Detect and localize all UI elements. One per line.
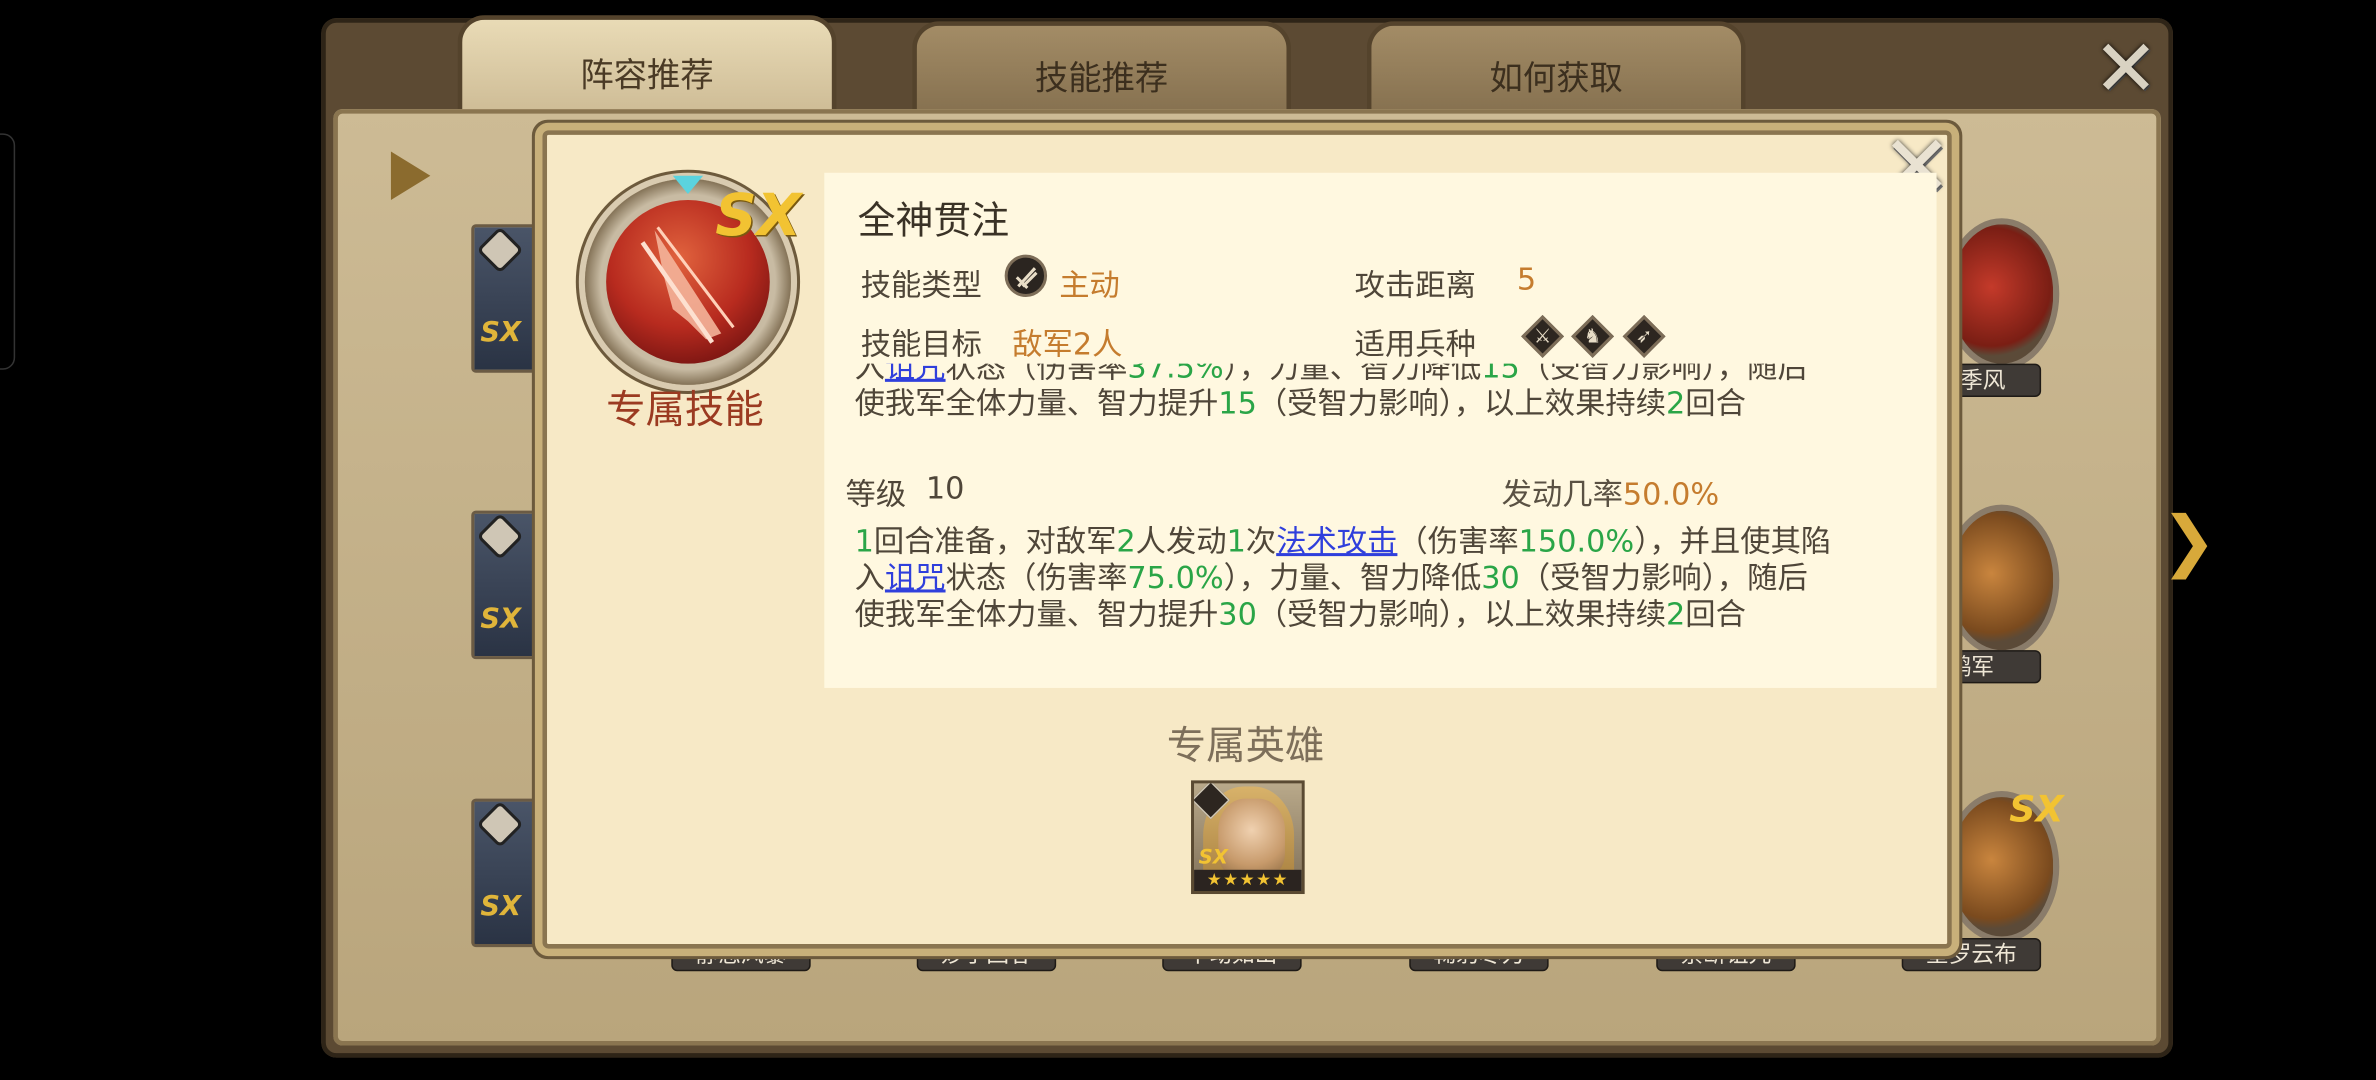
exclusive-hero-card[interactable]: SX ★★★★★ [1191,780,1305,895]
skill-name: 全神贯注 [857,198,1010,243]
side-panel-handle[interactable] [0,133,16,370]
tab-skills-label: 技能推荐 [1034,59,1169,98]
tab-lineup-label: 阵容推荐 [580,56,714,95]
chevron-right-icon[interactable]: ❯ [2161,503,2217,580]
close-icon[interactable]: ✕ [2088,30,2164,109]
troop-icon [476,226,524,274]
sword-icon: ⚔ [1521,314,1565,358]
troop-icon [476,800,524,848]
play-icon[interactable] [390,151,431,201]
background-skill-icon[interactable] [1944,218,2060,370]
tab-how-to-get[interactable]: 如何获取 [1366,21,1746,116]
trigger-rate: 发动几率50.0% [1502,470,1720,514]
hero-face [1218,798,1285,878]
tab-how-to-get-label: 如何获取 [1489,59,1623,98]
troop-type-label: 适用兵种 [1354,325,1476,363]
sx-badge: SX [715,181,802,249]
skill-description: 1回合准备，对敌军2人发动1次法术攻击（伤害率150.0%），并且使其陷 入诅咒… [854,522,1832,632]
troop-icon [476,512,524,560]
gem-icon [672,175,704,194]
curse-link[interactable]: 诅咒 [885,364,946,385]
background-skill-icon[interactable] [1944,504,2060,657]
attack-range-label: 攻击距离 [1354,266,1476,304]
skill-type-value: 主动 [1059,266,1120,304]
sx-badge: SX [480,890,522,923]
star-rating: ★★★★★ [1194,869,1302,891]
active-skill-icon [1004,254,1048,297]
background-hero-card[interactable]: SX [471,224,548,373]
level-label: 等级 [845,475,907,513]
curse-link[interactable]: 诅咒 [885,559,946,595]
background-hero-card[interactable]: SX [471,510,548,660]
exclusive-hero-title: 专属英雄 [1166,724,1325,770]
trigger-rate-label: 发动几率 [1501,475,1623,513]
previous-level-description: 入诅咒状态（伤害率37.5%），力量、智力降低15（受智力影响），随后 使我军全… [855,364,1901,422]
magic-attack-link[interactable]: 法术攻击 [1276,523,1397,559]
cavalry-icon: ♞ [1571,314,1615,358]
skill-category: 专属技能 [606,387,764,434]
background-hero-card[interactable]: SX [471,798,548,948]
skill-target-value: 敌军2人 [1012,325,1123,363]
attack-range-value: 5 [1516,260,1537,297]
skill-type-label: 技能类型 [860,266,982,304]
tab-lineup[interactable]: 阵容推荐 [457,15,837,116]
trigger-rate-value: 50.0% [1622,475,1720,513]
sx-badge: SX [2009,787,2064,831]
bow-icon: ➶ [1622,314,1666,358]
tab-skills[interactable]: 技能推荐 [912,21,1292,116]
sx-badge: SX [1198,847,1228,870]
sx-badge: SX [480,603,522,635]
skill-target-label: 技能目标 [860,325,982,363]
sx-badge: SX [480,316,522,349]
level-value: 10 [925,469,965,507]
